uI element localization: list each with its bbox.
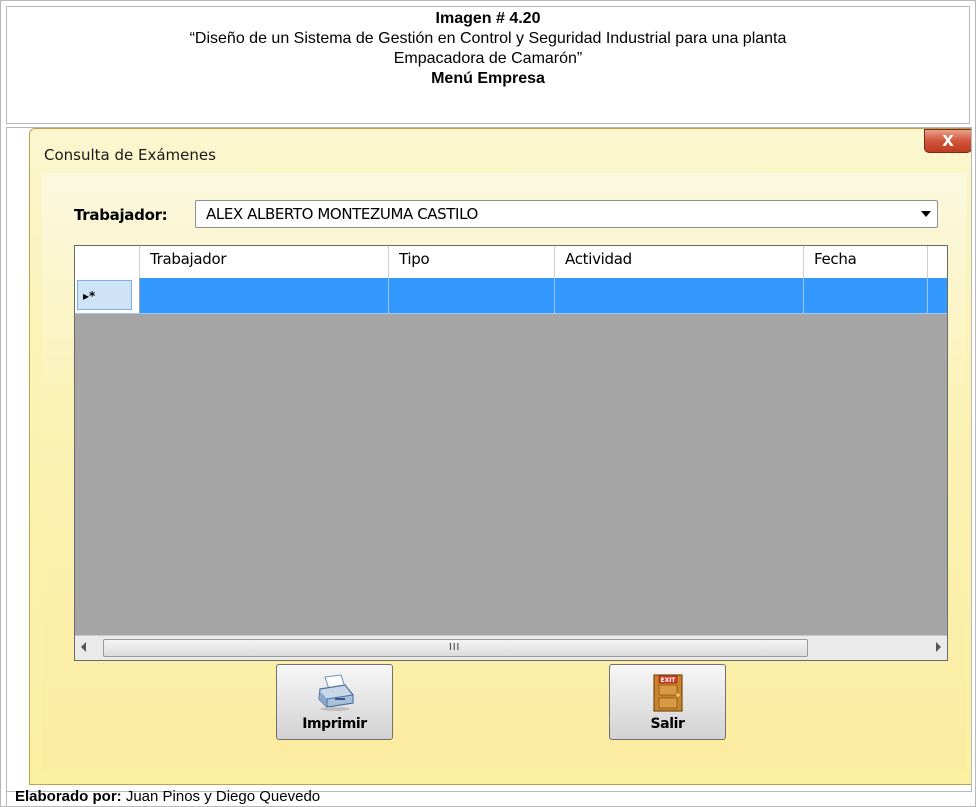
figure-subtitle: Menú Empresa <box>431 70 545 87</box>
scroll-left-icon[interactable] <box>81 642 86 652</box>
exam-query-window: Consulta de Exámenes X Trabajador: ALEX … <box>29 128 971 785</box>
scroll-thumb[interactable]: III <box>103 639 808 657</box>
print-button-label: Imprimir <box>302 716 367 732</box>
figure-title-line1: “Diseño de un Sistema de Gestión en Cont… <box>189 30 787 47</box>
figure-credit: Elaborado por: Juan Pinos y Diego Queved… <box>6 788 976 807</box>
figure-title-line2: Empacadora de Camarón” <box>393 50 583 67</box>
window-client-area: Trabajador: ALEX ALBERTO MONTEZUMA CASTI… <box>42 173 966 770</box>
window-titlebar[interactable]: Consulta de Exámenes X <box>30 129 971 171</box>
exit-button[interactable]: EXIT Salir <box>609 664 726 740</box>
horizontal-scrollbar[interactable]: III <box>75 635 947 660</box>
chevron-down-icon[interactable] <box>921 211 931 217</box>
worker-combobox[interactable]: ALEX ALBERTO MONTEZUMA CASTILO <box>195 200 938 228</box>
scroll-grip-icon: III <box>449 642 461 653</box>
cell-tipo[interactable] <box>389 278 555 313</box>
cell-trabajador[interactable] <box>140 278 389 313</box>
column-header-actividad[interactable]: Actividad <box>555 246 804 278</box>
close-button[interactable]: X <box>924 129 971 153</box>
cell-actividad[interactable] <box>555 278 804 313</box>
exit-sign-text: EXIT <box>660 677 676 684</box>
row-header-corner <box>75 246 140 278</box>
new-row[interactable]: ▸* <box>75 278 947 314</box>
scroll-right-icon[interactable] <box>936 642 941 652</box>
worker-selected-value: ALEX ALBERTO MONTEZUMA CASTILO <box>206 205 478 223</box>
column-header-trabajador[interactable]: Trabajador <box>140 246 389 278</box>
window-title: Consulta de Exámenes <box>44 146 216 164</box>
cell-fecha[interactable] <box>804 278 928 313</box>
worker-label: Trabajador: <box>74 206 168 224</box>
column-header-tipo[interactable]: Tipo <box>389 246 555 278</box>
column-header-fecha[interactable]: Fecha <box>804 246 928 278</box>
credit-label: Elaborado por: <box>15 788 122 805</box>
exit-button-label: Salir <box>650 716 685 732</box>
credit-authors: Juan Pinos y Diego Quevedo <box>125 788 321 805</box>
exams-datagrid[interactable]: Trabajador Tipo Actividad Fecha ▸* III <box>74 245 948 661</box>
printer-icon <box>318 674 354 711</box>
screenshot-cell: Consulta de Exámenes X Trabajador: ALEX … <box>6 127 972 792</box>
exit-door-icon: EXIT <box>653 674 683 712</box>
figure-label: Imagen # 4.20 <box>435 10 541 27</box>
new-row-marker-icon: ▸* <box>83 289 96 303</box>
print-button[interactable]: Imprimir <box>276 664 393 740</box>
figure-caption: Imagen # 4.20 “Diseño de un Sistema de G… <box>6 6 970 124</box>
grid-header: Trabajador Tipo Actividad Fecha <box>75 246 947 279</box>
close-icon: X <box>942 132 954 150</box>
row-header[interactable]: ▸* <box>75 278 140 313</box>
document-frame: Imagen # 4.20 “Diseño de un Sistema de G… <box>0 0 976 807</box>
row-header-selected: ▸* <box>77 280 132 310</box>
